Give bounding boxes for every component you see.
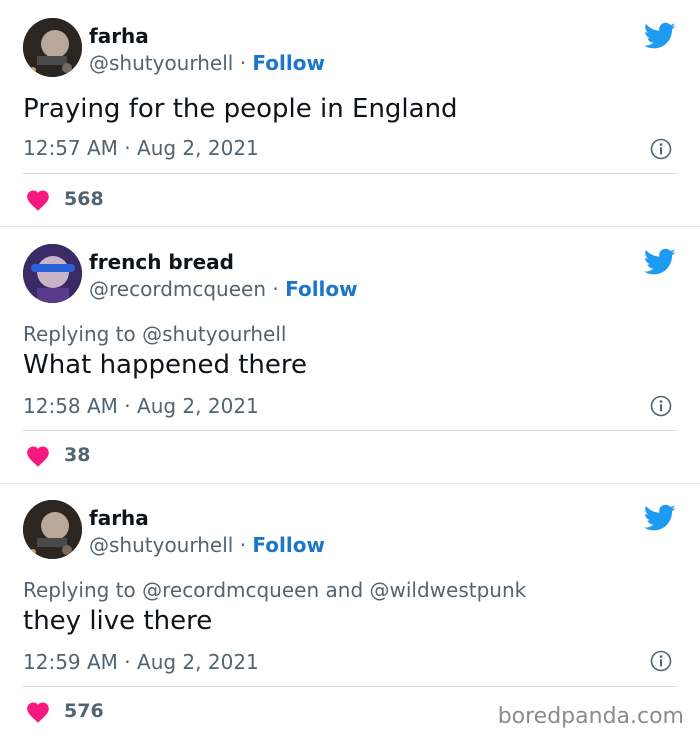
date: Aug 2, 2021 xyxy=(137,394,259,418)
avatar-image xyxy=(23,500,82,559)
reply-prefix: Replying to xyxy=(23,578,136,602)
time: 12:59 AM xyxy=(23,650,118,674)
like-count: 568 xyxy=(64,188,104,210)
avatar[interactable] xyxy=(23,244,82,303)
display-name[interactable]: farha xyxy=(89,24,149,48)
twitter-bird-icon[interactable] xyxy=(644,248,676,276)
twitter-bird-icon[interactable] xyxy=(644,22,676,50)
avatar[interactable] xyxy=(23,500,82,559)
divider xyxy=(23,173,677,174)
timestamp[interactable]: 12:58 AM · Aug 2, 2021 xyxy=(23,394,259,418)
follow-button[interactable]: Follow xyxy=(285,277,358,301)
tweet-1: farha @shutyourhell · Follow Praying for… xyxy=(0,0,700,226)
handle[interactable]: @shutyourhell xyxy=(89,533,233,557)
separator: · xyxy=(124,394,131,418)
separator: · xyxy=(124,650,131,674)
tweet-2: french bread @recordmcqueen · Follow Rep… xyxy=(0,227,700,483)
handle[interactable]: @recordmcqueen xyxy=(89,277,266,301)
separator: · xyxy=(239,533,247,557)
avatar[interactable] xyxy=(23,18,82,77)
separator: · xyxy=(239,51,247,75)
handle-line: @shutyourhell · Follow xyxy=(89,51,325,75)
like-count: 38 xyxy=(64,444,91,466)
tweet-3: farha @shutyourhell · Follow Replying to… xyxy=(0,484,700,739)
reply-mention[interactable]: @shutyourhell xyxy=(142,322,286,346)
timestamp[interactable]: 12:59 AM · Aug 2, 2021 xyxy=(23,650,259,674)
handle-line: @recordmcqueen · Follow xyxy=(89,277,358,301)
avatar-image xyxy=(23,244,82,303)
replying-to: Replying to @recordmcqueen and @wildwest… xyxy=(23,578,526,602)
date: Aug 2, 2021 xyxy=(137,650,259,674)
tweet-text: they live there xyxy=(23,606,213,636)
follow-button[interactable]: Follow xyxy=(252,533,325,557)
twitter-bird-icon[interactable] xyxy=(644,504,676,532)
handle[interactable]: @shutyourhell xyxy=(89,51,233,75)
time: 12:57 AM xyxy=(23,136,118,160)
divider xyxy=(23,430,677,431)
reply-mention[interactable]: @wildwestpunk xyxy=(370,578,527,602)
replying-to: Replying to @shutyourhell xyxy=(23,322,286,346)
reply-mention[interactable]: @recordmcqueen xyxy=(142,578,319,602)
watermark: boredpanda.com xyxy=(497,704,684,729)
like-count: 576 xyxy=(64,700,104,722)
handle-line: @shutyourhell · Follow xyxy=(89,533,325,557)
follow-button[interactable]: Follow xyxy=(252,51,325,75)
heart-icon[interactable] xyxy=(26,189,50,211)
separator: · xyxy=(124,136,131,160)
info-icon[interactable] xyxy=(650,395,672,417)
avatar-image xyxy=(23,18,82,77)
info-icon[interactable] xyxy=(650,138,672,160)
divider xyxy=(23,686,677,687)
info-icon[interactable] xyxy=(650,650,672,672)
date: Aug 2, 2021 xyxy=(137,136,259,160)
tweet-text: Praying for the people in England xyxy=(23,94,458,124)
display-name[interactable]: french bread xyxy=(89,250,234,274)
tweet-text: What happened there xyxy=(23,350,308,380)
display-name[interactable]: farha xyxy=(89,506,149,530)
time: 12:58 AM xyxy=(23,394,118,418)
reply-joiner: and xyxy=(325,578,364,602)
heart-icon[interactable] xyxy=(26,701,50,723)
timestamp[interactable]: 12:57 AM · Aug 2, 2021 xyxy=(23,136,259,160)
reply-prefix: Replying to xyxy=(23,322,136,346)
heart-icon[interactable] xyxy=(26,445,50,467)
separator: · xyxy=(272,277,279,301)
